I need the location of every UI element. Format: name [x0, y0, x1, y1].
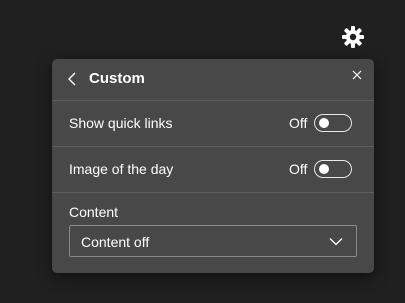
- close-button[interactable]: [349, 67, 365, 83]
- chevron-left-icon: [68, 72, 76, 86]
- setting-row-quick-links: Show quick links Off: [52, 101, 374, 147]
- toggle-switch[interactable]: [314, 160, 353, 178]
- toggle-knob: [319, 164, 330, 174]
- quick-links-toggle-state: Off: [289, 115, 308, 131]
- gear-icon: [342, 26, 364, 48]
- close-icon: [352, 70, 362, 80]
- toggle-knob: [319, 118, 330, 128]
- back-button[interactable]: [64, 70, 80, 88]
- toggle-switch[interactable]: [314, 114, 353, 132]
- content-select-value: Content off: [81, 234, 150, 250]
- setting-row-image-of-the-day: Image of the day Off: [52, 147, 374, 193]
- page: Custom Show quick links Off Image of the…: [0, 0, 405, 303]
- quick-links-toggle[interactable]: Off: [289, 113, 353, 133]
- content-label: Content: [69, 204, 119, 220]
- image-of-the-day-toggle[interactable]: Off: [289, 159, 353, 179]
- quick-links-label: Show quick links: [69, 115, 173, 131]
- content-select[interactable]: Content off: [69, 225, 357, 257]
- image-of-the-day-label: Image of the day: [69, 161, 174, 177]
- chevron-down-icon: [329, 235, 343, 247]
- custom-settings-panel: Custom Show quick links Off Image of the…: [52, 59, 374, 273]
- settings-button[interactable]: [339, 23, 367, 51]
- panel-title: Custom: [89, 70, 145, 87]
- image-of-the-day-toggle-state: Off: [289, 161, 308, 177]
- panel-header: Custom: [52, 59, 374, 101]
